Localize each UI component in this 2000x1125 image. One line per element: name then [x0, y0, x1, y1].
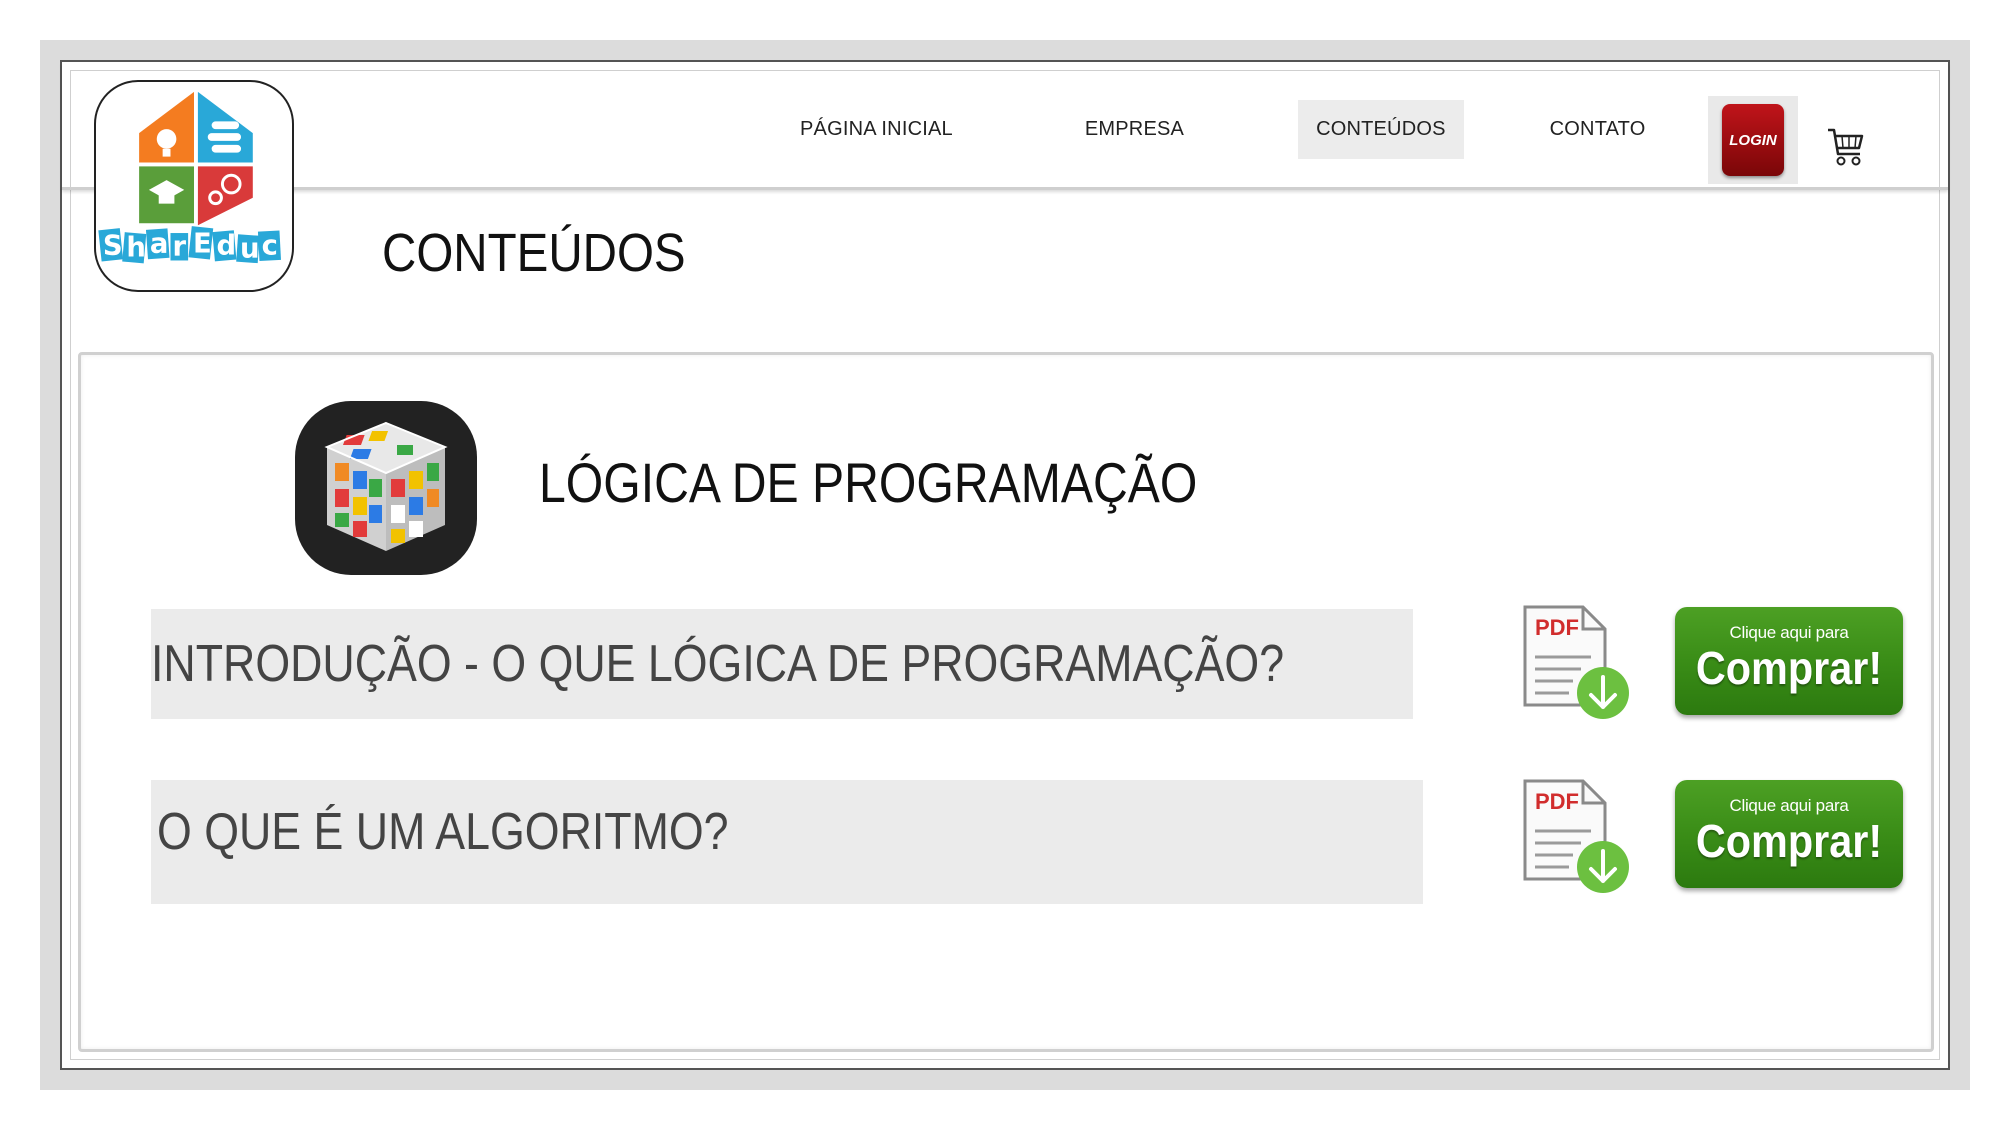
login-wrapper: LOGIN — [1708, 96, 1798, 184]
buy-button[interactable]: Clique aqui para Comprar! — [1675, 780, 1903, 888]
nav-item-empresa[interactable]: EMPRESA — [1067, 100, 1202, 159]
cart-icon[interactable] — [1826, 124, 1866, 168]
nav-item-conteudos[interactable]: CONTEÚDOS — [1298, 100, 1464, 159]
nav-item-contato[interactable]: CONTATO — [1532, 100, 1664, 159]
nav-item-pagina-inicial[interactable]: PÁGINA INICIAL — [782, 100, 971, 159]
page-container: PÁGINA INICIAL EMPRESA CONTEÚDOS CONTATO… — [60, 60, 1950, 1070]
pdf-download-icon[interactable]: PDF — [1521, 605, 1633, 723]
nav-menu: PÁGINA INICIAL EMPRESA CONTEÚDOS CONTATO — [782, 100, 1760, 159]
course-panel: LÓGICA DE PROGRAMAÇÃO INTRODUÇÃO - O QUE… — [78, 352, 1934, 1052]
pdf-download-icon[interactable]: PDF — [1521, 779, 1633, 897]
window-frame: PÁGINA INICIAL EMPRESA CONTEÚDOS CONTATO… — [40, 40, 1970, 1090]
buy-button-caption: Clique aqui para — [1729, 796, 1849, 815]
lesson-row[interactable]: O QUE É UM ALGORITMO? — [151, 780, 1423, 904]
rubiks-cube-icon — [295, 401, 477, 575]
svg-text:a: a — [150, 229, 169, 260]
login-button[interactable]: LOGIN — [1722, 104, 1784, 176]
page-title: CONTEÚDOS — [382, 223, 686, 283]
lesson-title: O QUE É UM ALGORITMO? — [157, 803, 729, 861]
svg-text:r: r — [172, 232, 186, 263]
lesson-title: INTRODUÇÃO - O QUE LÓGICA DE PROGRAMAÇÃO… — [151, 635, 1285, 693]
buy-button-label: Comprar! — [1695, 642, 1883, 694]
buy-button[interactable]: Clique aqui para Comprar! — [1675, 607, 1903, 715]
pdf-label: PDF — [1535, 615, 1579, 640]
top-navbar: PÁGINA INICIAL EMPRESA CONTEÚDOS CONTATO… — [62, 62, 1948, 190]
svg-text:c: c — [262, 231, 278, 262]
shareeduca-logo-icon: S h a r E d u c — [98, 91, 281, 265]
pdf-label: PDF — [1535, 789, 1579, 814]
course-title: LÓGICA DE PROGRAMAÇÃO — [539, 451, 1198, 514]
brand-logo[interactable]: S h a r E d u c — [94, 80, 294, 292]
svg-text:h: h — [126, 233, 146, 264]
svg-text:E: E — [193, 229, 212, 260]
svg-text:u: u — [240, 234, 260, 265]
buy-button-caption: Clique aqui para — [1729, 623, 1849, 642]
buy-button-label: Comprar! — [1695, 815, 1883, 867]
svg-text:S: S — [103, 231, 123, 262]
svg-text:d: d — [217, 231, 237, 262]
lesson-row[interactable]: INTRODUÇÃO - O QUE LÓGICA DE PROGRAMAÇÃO… — [151, 609, 1413, 719]
